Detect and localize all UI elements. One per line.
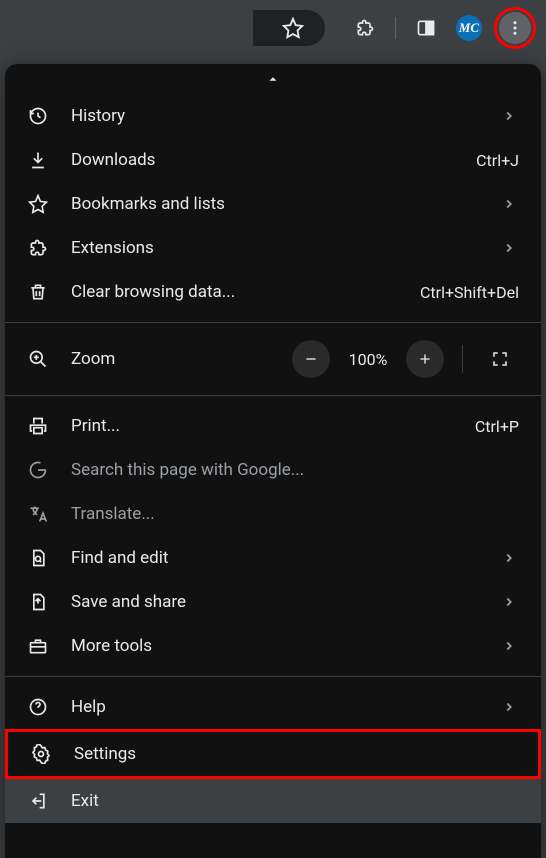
- more-vertical-icon: [506, 19, 524, 37]
- extensions-puzzle-icon[interactable]: [347, 10, 383, 46]
- menu-divider: [5, 395, 541, 396]
- menu-shortcut: Ctrl+J: [476, 151, 519, 170]
- menu-item-find-edit[interactable]: Find and edit: [5, 536, 541, 580]
- menu-scroll-up[interactable]: [5, 64, 541, 94]
- zoom-controls: 100%: [292, 340, 519, 378]
- menu-item-more-tools[interactable]: More tools: [5, 624, 541, 668]
- menu-item-print[interactable]: Print... Ctrl+P: [5, 404, 541, 448]
- menu-item-label: Settings: [74, 744, 516, 764]
- menu-item-zoom: Zoom 100%: [5, 331, 541, 387]
- menu-item-translate: Translate...: [5, 492, 541, 536]
- exit-icon: [27, 790, 49, 812]
- gear-icon: [30, 743, 52, 765]
- find-in-page-icon: [27, 547, 49, 569]
- chevron-right-icon: [499, 551, 519, 565]
- menu-item-settings[interactable]: Settings: [8, 732, 538, 776]
- menu-item-history[interactable]: History: [5, 94, 541, 138]
- translate-icon: [27, 503, 49, 525]
- menu-item-help[interactable]: Help: [5, 685, 541, 729]
- menu-item-label: Save and share: [71, 592, 477, 612]
- zoom-in-button[interactable]: [406, 340, 444, 378]
- chrome-menu: History Downloads Ctrl+J Bookmarks and l…: [5, 64, 541, 858]
- menu-item-label: Translate...: [71, 504, 519, 524]
- menu-item-bookmarks[interactable]: Bookmarks and lists: [5, 182, 541, 226]
- menu-divider: [5, 676, 541, 677]
- profile-avatar[interactable]: MC: [456, 15, 482, 41]
- side-panel-icon[interactable]: [408, 10, 444, 46]
- browser-toolbar: MC: [0, 0, 546, 56]
- menu-divider: [5, 322, 541, 323]
- menu-item-extensions[interactable]: Extensions: [5, 226, 541, 270]
- menu-item-label: Clear browsing data...: [71, 282, 398, 302]
- menu-item-label: More tools: [71, 636, 477, 656]
- zoom-label: Zoom: [71, 349, 270, 369]
- menu-shortcut: Ctrl+Shift+Del: [420, 283, 519, 302]
- star-icon: [27, 193, 49, 215]
- settings-highlight: Settings: [5, 729, 541, 779]
- menu-item-label: Extensions: [71, 238, 477, 258]
- puzzle-icon: [27, 237, 49, 259]
- chevron-right-icon: [499, 197, 519, 211]
- save-share-icon: [27, 591, 49, 613]
- download-icon: [27, 149, 49, 171]
- menu-item-search-page: Search this page with Google...: [5, 448, 541, 492]
- menu-item-label: Bookmarks and lists: [71, 194, 477, 214]
- plus-icon: [417, 351, 433, 367]
- chevron-right-icon: [499, 595, 519, 609]
- chevron-right-icon: [499, 109, 519, 123]
- menu-item-exit[interactable]: Exit: [5, 779, 541, 823]
- chevron-right-icon: [499, 639, 519, 653]
- chevron-right-icon: [499, 241, 519, 255]
- menu-item-label: Downloads: [71, 150, 454, 170]
- history-icon: [27, 105, 49, 127]
- chevron-up-icon: [266, 72, 280, 86]
- menu-item-clear-data[interactable]: Clear browsing data... Ctrl+Shift+Del: [5, 270, 541, 314]
- toolbar-separator: [395, 17, 396, 39]
- minus-icon: [303, 351, 319, 367]
- bookmark-star-icon[interactable]: [275, 10, 311, 46]
- fullscreen-icon: [491, 350, 509, 368]
- kebab-menu-button[interactable]: [499, 12, 531, 44]
- print-icon: [27, 415, 49, 437]
- zoom-out-button[interactable]: [292, 340, 330, 378]
- menu-item-save-share[interactable]: Save and share: [5, 580, 541, 624]
- menu-item-label: Help: [71, 697, 477, 717]
- menu-item-label: Search this page with Google...: [71, 460, 519, 480]
- trash-icon: [27, 281, 49, 303]
- kebab-menu-highlight: [494, 7, 536, 49]
- zoom-icon: [27, 348, 49, 370]
- menu-shortcut: Ctrl+P: [475, 417, 519, 436]
- google-icon: [27, 459, 49, 481]
- menu-item-downloads[interactable]: Downloads Ctrl+J: [5, 138, 541, 182]
- help-icon: [27, 696, 49, 718]
- menu-item-label: Exit: [71, 791, 519, 811]
- menu-item-label: Find and edit: [71, 548, 477, 568]
- omnibox-end-cap: [253, 10, 325, 46]
- zoom-separator: [462, 345, 463, 373]
- fullscreen-button[interactable]: [481, 340, 519, 378]
- zoom-value: 100%: [340, 350, 396, 369]
- menu-item-label: Print...: [71, 416, 453, 436]
- menu-item-label: History: [71, 106, 477, 126]
- chevron-right-icon: [499, 700, 519, 714]
- briefcase-icon: [27, 635, 49, 657]
